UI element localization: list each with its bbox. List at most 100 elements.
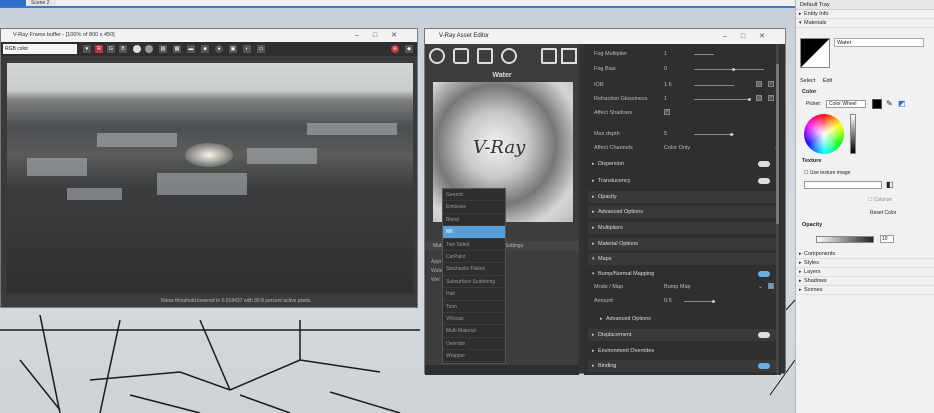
color-swatch[interactable] bbox=[872, 99, 882, 109]
refraction-glossiness-knob[interactable] bbox=[748, 98, 751, 101]
refraction-glossiness-value[interactable]: 1 bbox=[664, 96, 667, 102]
material-swatch[interactable] bbox=[800, 38, 830, 68]
tray-components[interactable]: ▸ Components bbox=[796, 250, 934, 259]
tab-edit[interactable]: Edit bbox=[823, 78, 832, 84]
affect-shadows-checkbox[interactable]: ✓ bbox=[664, 109, 670, 115]
vray-frame-buffer-window[interactable]: V-Ray Frame buffer - [100% of 800 x 450]… bbox=[0, 28, 418, 308]
vae-window-buttons[interactable]: –□✕ bbox=[723, 29, 779, 44]
menu-item-blend[interactable]: Blend bbox=[443, 214, 505, 227]
blue-channel-button[interactable]: B bbox=[119, 45, 127, 53]
section-maps[interactable]: ▾ Maps bbox=[588, 253, 778, 265]
render-icon[interactable] bbox=[541, 48, 557, 64]
picker-select[interactable]: Color Wheel bbox=[826, 100, 866, 108]
tray-shadows[interactable]: ▸ Shadows bbox=[796, 277, 934, 286]
affect-channels-select[interactable]: Color Only bbox=[664, 145, 690, 151]
section-translucency[interactable]: ▸ Translucency bbox=[588, 175, 778, 187]
list-item[interactable]: Appr bbox=[431, 258, 442, 267]
folder-icon[interactable]: ▬ bbox=[187, 45, 195, 53]
opacity-slider[interactable] bbox=[816, 236, 874, 243]
red-channel-button[interactable]: R bbox=[95, 45, 103, 53]
menu-item-override[interactable]: Override bbox=[443, 338, 505, 351]
fog-multiplier-slider[interactable] bbox=[694, 54, 714, 55]
menu-item-subsurface-scattering[interactable]: Subsurface Scattering bbox=[443, 276, 505, 289]
ior-checkbox[interactable]: ✓ bbox=[768, 81, 774, 87]
fog-bias-value[interactable]: 0 bbox=[664, 66, 667, 72]
glossiness-map-slot-icon[interactable] bbox=[756, 95, 762, 101]
section-environment-overrides[interactable]: ▸ Environment Overrides bbox=[588, 345, 778, 357]
paint-bucket-icon[interactable]: ◩ bbox=[898, 99, 906, 108]
max-depth-slider[interactable] bbox=[694, 134, 734, 135]
use-texture-checkbox[interactable]: ☐ Use texture image bbox=[804, 170, 850, 176]
clear-icon[interactable]: ■ bbox=[201, 45, 209, 53]
menu-item-emissive[interactable]: Emissive bbox=[443, 201, 505, 214]
amount-value[interactable]: 0.5 bbox=[664, 298, 672, 304]
ior-map-slot-icon[interactable] bbox=[756, 81, 762, 87]
save-icon[interactable]: ▤ bbox=[159, 45, 167, 53]
translucency-toggle[interactable] bbox=[758, 178, 770, 184]
glossiness-checkbox[interactable]: ✓ bbox=[768, 95, 774, 101]
bump-mapping-toggle[interactable] bbox=[758, 271, 770, 277]
displacement-toggle[interactable] bbox=[758, 332, 770, 338]
region-icon[interactable]: ▣ bbox=[229, 45, 237, 53]
lights-category-icon[interactable] bbox=[453, 48, 469, 64]
dispersion-toggle[interactable] bbox=[758, 161, 770, 167]
menu-item-wrapper[interactable]: Wrapper bbox=[443, 350, 505, 363]
fog-bias-slider[interactable] bbox=[694, 69, 764, 70]
tray-entity-info[interactable]: ▸ Entity Info bbox=[796, 10, 934, 19]
section-material-options[interactable]: ▸ Material Options bbox=[588, 238, 778, 250]
tray-styles[interactable]: ▸ Styles bbox=[796, 259, 934, 268]
render-icon[interactable]: ▭ bbox=[257, 45, 265, 53]
lens-icon[interactable]: ◐ bbox=[243, 45, 251, 53]
amount-slider[interactable] bbox=[684, 301, 714, 302]
texture-path-field[interactable] bbox=[804, 181, 882, 189]
list-item[interactable]: Wei bbox=[431, 276, 442, 285]
tab-select[interactable]: Select bbox=[800, 78, 815, 84]
chevron-down-icon[interactable]: ⌄ bbox=[758, 283, 763, 290]
list-item[interactable]: Wate bbox=[431, 267, 442, 276]
heart-icon[interactable]: ♥ bbox=[83, 45, 91, 53]
mode-map-select[interactable]: Bump Map bbox=[664, 284, 691, 290]
tray-layers[interactable]: ▸ Layers bbox=[796, 268, 934, 277]
material-name-field[interactable]: Water bbox=[834, 38, 924, 47]
settings-gear-icon[interactable] bbox=[501, 48, 517, 64]
params-scroll-thumb[interactable] bbox=[776, 64, 779, 224]
vfb-titlebar[interactable]: V-Ray Frame buffer - [100% of 800 x 450]… bbox=[1, 29, 417, 42]
fog-multiplier-value[interactable]: 1 bbox=[664, 51, 667, 57]
green-channel-button[interactable]: G bbox=[107, 45, 115, 53]
max-depth-knob[interactable] bbox=[730, 133, 733, 136]
history-icon[interactable]: ● bbox=[215, 45, 223, 53]
stop-render-icon[interactable]: ⊖ bbox=[391, 45, 399, 53]
color-wheel[interactable] bbox=[804, 114, 844, 154]
eyedropper-icon[interactable]: ✎ bbox=[886, 99, 893, 108]
copy-icon[interactable]: ▦ bbox=[173, 45, 181, 53]
max-depth-value[interactable]: 5 bbox=[664, 131, 667, 137]
teapot-icon[interactable]: ◆ bbox=[405, 45, 413, 53]
section-displacement[interactable]: ▸ Displacement bbox=[588, 329, 778, 341]
section-dispersion[interactable]: ▸ Dispersion bbox=[588, 158, 778, 170]
menu-item-two-sided[interactable]: Two Sided bbox=[443, 239, 505, 251]
section-binding[interactable]: ▸ Binding bbox=[588, 360, 778, 372]
texture-browse-icon[interactable]: ◧ bbox=[886, 180, 894, 189]
white-circle-icon[interactable] bbox=[133, 45, 141, 53]
vfb-window-buttons[interactable]: –□✕ bbox=[355, 29, 411, 42]
menu-item-vrscan[interactable]: VRscan bbox=[443, 313, 505, 326]
menu-item-mtl[interactable]: Mtl bbox=[443, 226, 505, 239]
tray-materials[interactable]: ▾ Materials bbox=[796, 19, 934, 28]
channel-select[interactable]: RGB color bbox=[3, 44, 77, 54]
menu-item-hair[interactable]: Hair bbox=[443, 288, 505, 301]
frame-buffer-icon[interactable] bbox=[561, 48, 577, 64]
section-advanced-options[interactable]: ▸ Advanced Options bbox=[588, 206, 778, 218]
section-advanced-options-2[interactable]: ▸ Advanced Options bbox=[596, 313, 778, 325]
refraction-glossiness-slider[interactable] bbox=[694, 99, 750, 100]
bump-map-slot-icon[interactable] bbox=[768, 283, 774, 289]
ior-slider[interactable] bbox=[694, 85, 734, 86]
tab-settings[interactable]: Settings bbox=[505, 241, 523, 251]
menu-item-carpaint[interactable]: CarPaint bbox=[443, 251, 505, 264]
section-multipliers[interactable]: ▸ Multipliers bbox=[588, 222, 778, 234]
fog-bias-knob[interactable] bbox=[732, 68, 735, 71]
tray-scenes[interactable]: ▸ Scenes bbox=[796, 286, 934, 295]
binding-toggle[interactable] bbox=[758, 363, 770, 369]
geometry-category-icon[interactable] bbox=[477, 48, 493, 64]
opacity-input[interactable]: 10 bbox=[880, 235, 894, 243]
value-slider[interactable] bbox=[850, 114, 856, 154]
